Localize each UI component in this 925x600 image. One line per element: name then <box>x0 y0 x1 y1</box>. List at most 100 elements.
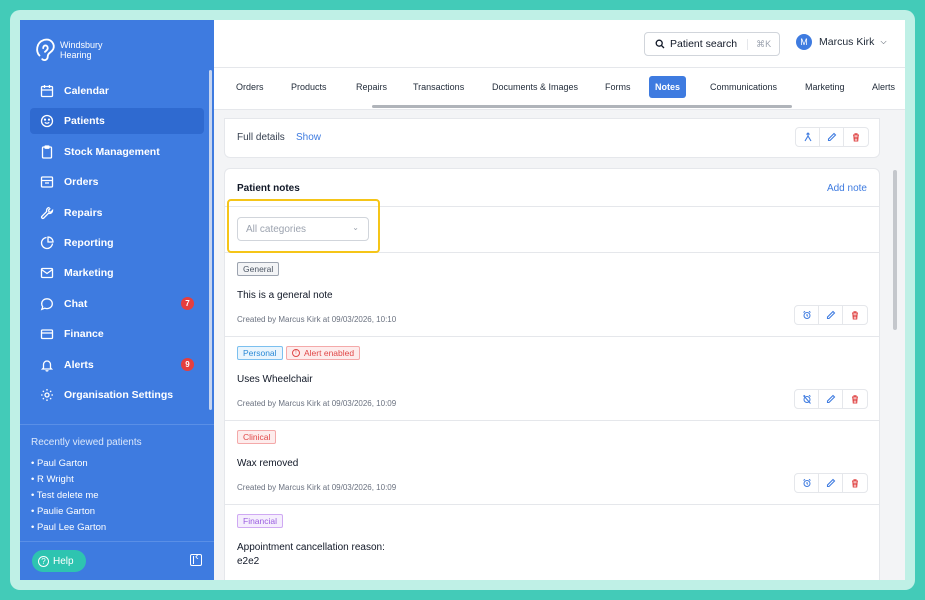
avatar: M <box>796 34 812 50</box>
sidebar-item-chat[interactable]: Chat 7 <box>30 291 204 317</box>
patient-search-button[interactable]: Patient search ⌘K <box>644 32 780 56</box>
mail-icon <box>40 266 54 280</box>
category-filter-select[interactable]: All categories ⌄ <box>237 217 369 241</box>
delete-button[interactable] <box>844 128 868 146</box>
note-item: Clinical Wax removed Created by Marcus K… <box>225 421 879 505</box>
sidebar-item-orders[interactable]: Orders <box>30 169 204 195</box>
set-alert-button[interactable] <box>795 474 819 492</box>
inbox-icon <box>40 175 54 189</box>
disable-alert-button[interactable] <box>795 390 819 408</box>
sidebar-item-label: Reporting <box>64 236 114 249</box>
alarm-icon <box>802 478 811 487</box>
sidebar-item-label: Stock Management <box>64 145 160 158</box>
edit-note-button[interactable] <box>819 306 843 324</box>
sidebar-item-alerts[interactable]: Alerts 9 <box>30 352 204 378</box>
alerts-count-badge: 9 <box>181 357 194 371</box>
tab-products[interactable]: Products <box>285 76 333 98</box>
tab-marketing[interactable]: Marketing <box>799 76 851 98</box>
brand-line1: Windsbury <box>60 40 103 50</box>
note-actions <box>794 473 868 493</box>
note-item: Personal ! Alert enabled Uses Wheelchair … <box>225 337 879 421</box>
brand-line2: Hearing <box>60 50 92 60</box>
sidebar-item-calendar[interactable]: Calendar <box>30 78 204 104</box>
set-alert-button[interactable] <box>795 306 819 324</box>
ear-logo-icon <box>36 38 55 61</box>
edit-note-button[interactable] <box>819 474 843 492</box>
alert-enabled-label: Alert enabled <box>304 348 355 358</box>
delete-note-button[interactable] <box>843 474 867 492</box>
trash-icon <box>852 395 858 404</box>
tabs-scrollbar[interactable] <box>372 105 792 108</box>
sidebar-item-reporting[interactable]: Reporting <box>30 230 204 256</box>
sidebar-item-label: Marketing <box>64 267 114 280</box>
chevron-down-icon: ⌄ <box>352 223 359 232</box>
recent-patient-link[interactable]: • R Wright <box>31 472 214 488</box>
main-area: Patient search ⌘K M Marcus Kirk ⌵ Orders… <box>214 20 905 580</box>
alert-enabled-tag: ! Alert enabled <box>286 346 361 360</box>
chat-icon <box>40 297 54 311</box>
add-note-link[interactable]: Add note <box>827 183 867 194</box>
tab-transactions[interactable]: Transactions <box>407 76 470 98</box>
delete-note-button[interactable] <box>843 390 867 408</box>
sidebar-item-finance[interactable]: Finance <box>30 321 204 347</box>
delete-note-button[interactable] <box>843 306 867 324</box>
sidebar-item-organisation-settings[interactable]: Organisation Settings <box>30 382 204 408</box>
sidebar-item-label: Finance <box>64 328 104 341</box>
help-label: Help <box>53 555 74 567</box>
recent-patient-link[interactable]: • Paul Lee Garton <box>31 520 214 536</box>
note-text: This is a general note <box>237 290 333 301</box>
recent-patient-link[interactable]: • Test delete me <box>31 488 214 504</box>
sidebar-footer: ? Help <box>20 541 214 572</box>
tab-orders[interactable]: Orders <box>230 76 270 98</box>
notes-title: Patient notes <box>237 183 300 194</box>
tab-notes[interactable]: Notes <box>649 76 687 98</box>
sidebar-item-label: Alerts <box>64 358 94 371</box>
alarm-icon <box>802 310 811 319</box>
search-label: Patient search <box>670 38 738 50</box>
note-item: Financial Appointment cancellation reaso… <box>225 505 879 580</box>
brand-logo[interactable]: Windsbury Hearing <box>20 20 214 68</box>
sidebar-item-patients[interactable]: Patients <box>30 108 204 135</box>
collapse-sidebar-icon[interactable] <box>190 551 202 566</box>
note-text: Appointment cancellation reason: e2e2 <box>237 541 385 569</box>
recent-patient-link[interactable]: • Paul Garton <box>31 456 214 472</box>
tab-alerts[interactable]: Alerts <box>866 76 901 98</box>
sidebar-item-repairs[interactable]: Repairs <box>30 200 204 226</box>
merge-button[interactable] <box>796 128 820 146</box>
pencil-icon <box>826 478 835 488</box>
category-tag: Personal <box>237 346 283 360</box>
recent-patient-link[interactable]: • Paulie Garton <box>31 504 214 520</box>
trash-icon <box>852 479 858 488</box>
tab-communications[interactable]: Communications <box>704 76 783 98</box>
smiley-icon <box>40 114 54 128</box>
trash-icon <box>853 133 859 142</box>
sidebar-item-marketing[interactable]: Marketing <box>30 260 204 286</box>
app-window: Windsbury Hearing Calendar Patients Stoc… <box>20 20 905 580</box>
tab-repairs[interactable]: Repairs <box>350 76 393 98</box>
full-details-label: Full details <box>237 132 285 143</box>
patient-tabs: Orders Products Repairs Transactions Doc… <box>214 68 905 110</box>
note-text: Wax removed <box>237 458 299 469</box>
tab-forms[interactable]: Forms <box>599 76 637 98</box>
tab-documents-images[interactable]: Documents & Images <box>486 76 584 98</box>
merge-icon <box>804 132 811 142</box>
help-button[interactable]: ? Help <box>32 550 86 572</box>
category-tag: Clinical <box>237 430 277 444</box>
recent-patients: Recently viewed patients • Paul Garton •… <box>20 424 214 536</box>
note-text: Uses Wheelchair <box>237 374 313 385</box>
note-item: General This is a general note Created b… <box>225 253 879 337</box>
recent-patients-title: Recently viewed patients <box>31 437 142 448</box>
note-actions <box>794 305 868 325</box>
sidebar-scrollbar[interactable] <box>209 70 212 410</box>
sidebar-item-stock-management[interactable]: Stock Management <box>30 139 204 165</box>
main-scrollbar[interactable] <box>893 170 897 330</box>
edit-button[interactable] <box>820 128 844 146</box>
note-actions <box>794 389 868 409</box>
user-menu[interactable]: M Marcus Kirk ⌵ <box>796 34 887 50</box>
edit-note-button[interactable] <box>819 390 843 408</box>
pencil-icon <box>826 394 835 404</box>
category-tag: General <box>237 262 280 276</box>
show-details-link[interactable]: Show <box>296 132 321 143</box>
note-text-line: Appointment cancellation reason: <box>237 542 385 553</box>
trash-icon <box>852 311 858 320</box>
